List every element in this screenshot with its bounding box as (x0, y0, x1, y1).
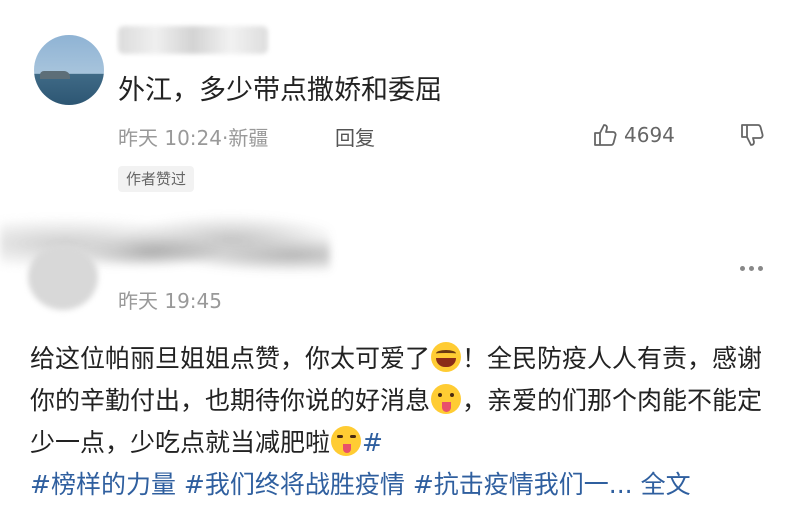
reply-button[interactable]: 回复 (335, 122, 375, 151)
comment-time: 昨天 10:24 (118, 126, 222, 150)
author-liked-badge: 作者赞过 (118, 166, 195, 192)
thumbs-down-icon (741, 124, 764, 146)
avatar[interactable] (28, 244, 98, 310)
dislike-button[interactable] (739, 120, 765, 150)
winking-face-with-tongue-icon (331, 426, 362, 456)
comment-text: 外江，多少带点撒娇和委屈 (118, 75, 442, 106)
username-blurred[interactable] (118, 26, 268, 54)
like-button[interactable]: 4694 (592, 120, 675, 150)
hashtag-link[interactable]: #我们终将战胜疫情 (184, 470, 405, 499)
expand-full-text-link[interactable]: 全文 (641, 470, 691, 499)
face-with-tears-of-joy-icon (431, 342, 462, 372)
comment-text: 给这位帕丽旦姐姐点赞，你太可爱了 ！全民防疫人人有责，感谢你的辛勤付出，也期待你说… (30, 338, 770, 506)
more-options-icon[interactable] (740, 266, 763, 271)
thumbs-up-icon (594, 124, 617, 146)
face-with-tongue-icon (431, 384, 462, 414)
like-count: 4694 (624, 123, 675, 147)
comment-time: 昨天 19:45 (118, 289, 222, 313)
comment-meta: 昨天 10:24·新疆 (118, 122, 268, 151)
comment-text-part: 给这位帕丽旦姐姐点赞，你太可爱了 (30, 344, 431, 373)
hashtag-link[interactable]: #抗击疫情我们一... (413, 470, 633, 499)
hashtag-start[interactable]: # (362, 428, 383, 457)
avatar[interactable] (34, 35, 104, 105)
hashtag-link[interactable]: #榜样的力量 (30, 470, 176, 499)
comment-location: 新疆 (228, 126, 269, 150)
